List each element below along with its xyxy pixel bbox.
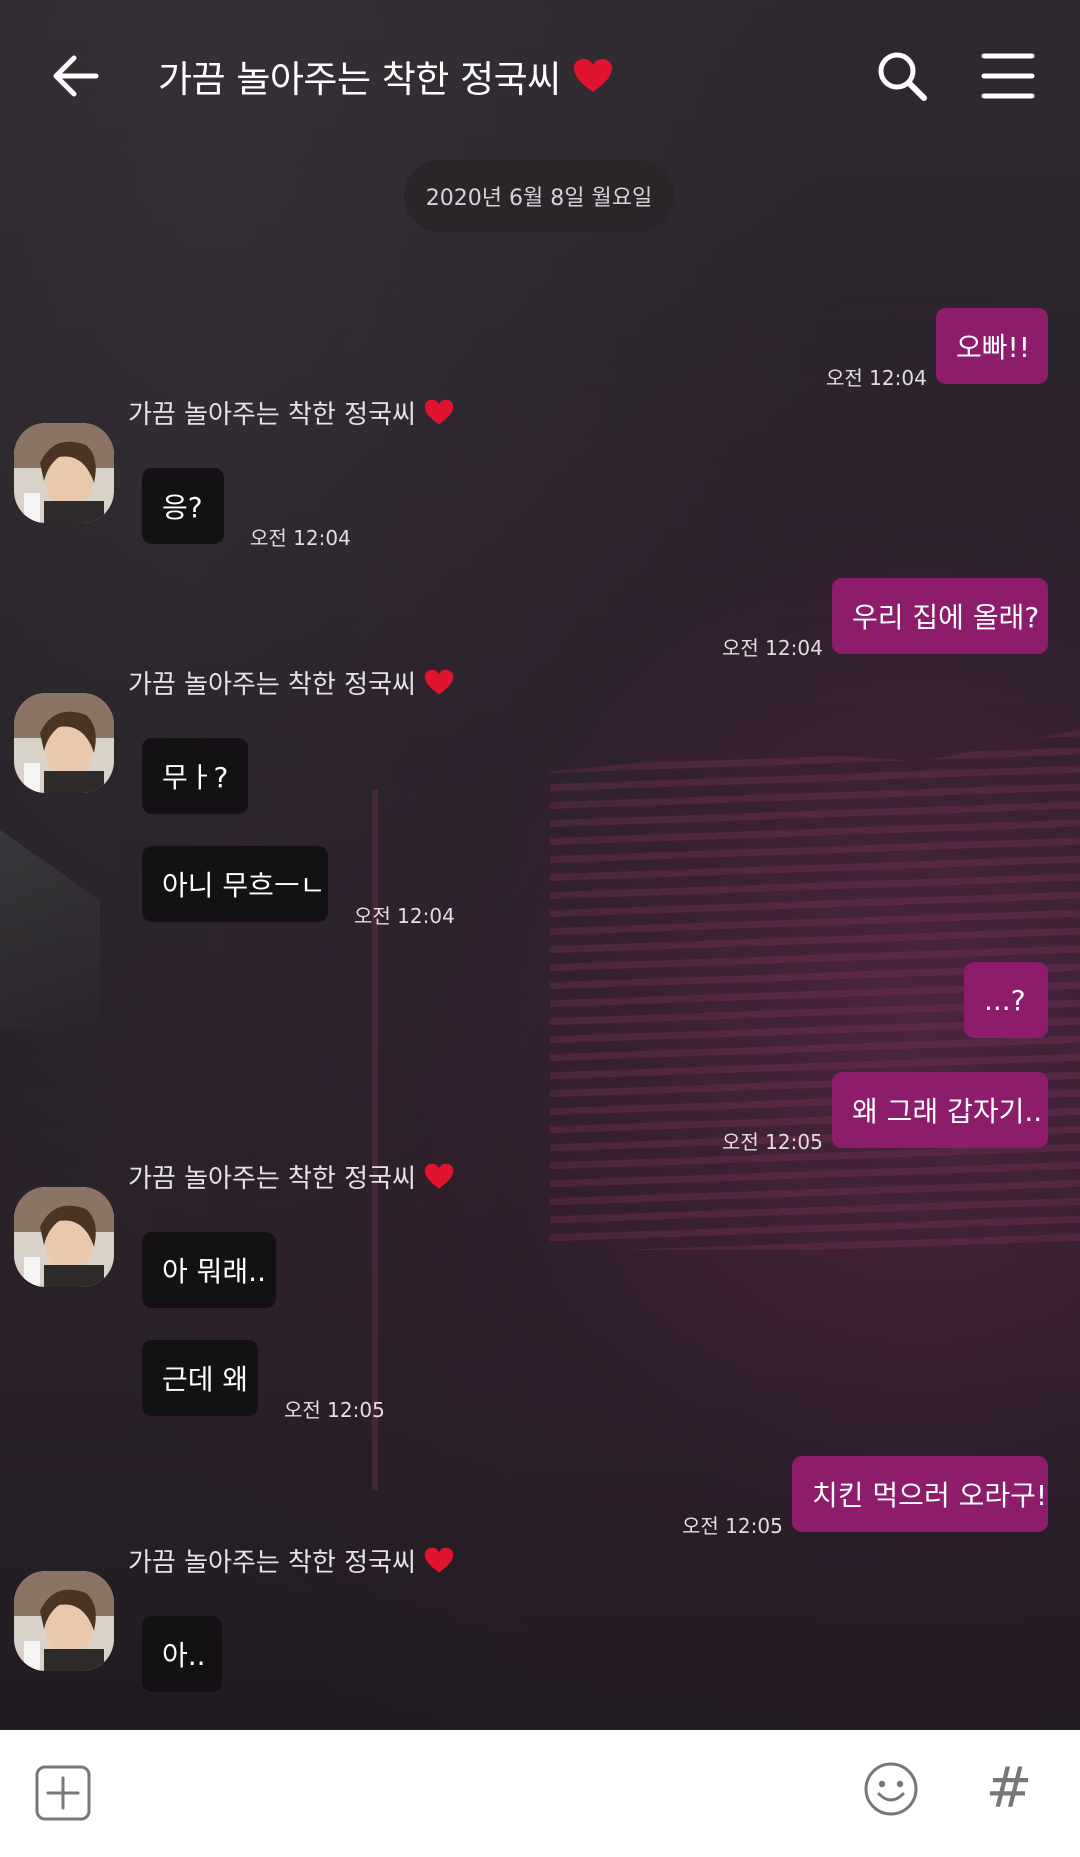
chat-title: 가끔 놀아주는 착한 정국씨 [158, 48, 613, 104]
date-divider: 2020년 6월 8일 월요일 [404, 160, 674, 232]
heart-icon [573, 59, 612, 92]
sender-name-text: 가끔 놀아주는 착한 정국씨 [128, 1164, 416, 1194]
contact-avatar[interactable] [14, 1571, 114, 1671]
sender-name-text: 가끔 놀아주는 착한 정국씨 [128, 1548, 416, 1578]
message-bubble[interactable]: 아.. [142, 1616, 222, 1692]
message-bubble[interactable]: 응? [142, 468, 224, 544]
contact-avatar[interactable] [14, 423, 114, 523]
sender-name-text: 가끔 놀아주는 착한 정국씨 [128, 670, 416, 700]
heart-icon [424, 1163, 454, 1189]
chat-title-text: 가끔 놀아주는 착한 정국씨 [158, 58, 561, 101]
message-bubble[interactable]: ...? [964, 962, 1048, 1038]
chat-header: 가끔 놀아주는 착한 정국씨 [0, 0, 1080, 150]
menu-icon[interactable] [980, 48, 1036, 104]
message-time: 오전 12:04 [354, 904, 455, 928]
background-pole [372, 790, 378, 1490]
message-bubble[interactable]: 우리 집에 올래? [832, 578, 1048, 654]
input-bar: # [0, 1730, 1080, 1857]
message-bubble[interactable]: 근데 왜 [142, 1340, 258, 1416]
back-arrow-icon[interactable] [48, 48, 104, 104]
contact-avatar[interactable] [14, 693, 114, 793]
message-bubble[interactable]: 오빠!! [936, 308, 1048, 384]
message-bubble[interactable]: 아 뭐래.. [142, 1232, 276, 1308]
message-bubble[interactable]: 치킨 먹으러 오라구! [792, 1456, 1048, 1532]
sender-name: 가끔 놀아주는 착한 정국씨 [128, 394, 454, 431]
message-bubble[interactable]: 무ㅏ? [142, 738, 248, 814]
heart-icon [424, 399, 454, 425]
contact-avatar[interactable] [14, 1187, 114, 1287]
sender-name-text: 가끔 놀아주는 착한 정국씨 [128, 400, 416, 430]
search-icon[interactable] [874, 48, 930, 104]
message-time: 오전 12:05 [722, 1130, 823, 1154]
message-time: 오전 12:05 [284, 1398, 385, 1422]
sender-name: 가끔 놀아주는 착한 정국씨 [128, 1158, 454, 1195]
chat-screen: 가끔 놀아주는 착한 정국씨 2020년 6월 8일 월요일 오빠!! 오전 12… [0, 0, 1080, 1857]
message-time: 오전 12:05 [682, 1514, 783, 1538]
sender-name: 가끔 놀아주는 착한 정국씨 [128, 1542, 454, 1579]
heart-icon [424, 1547, 454, 1573]
message-time: 오전 12:04 [722, 636, 823, 660]
sender-name: 가끔 놀아주는 착한 정국씨 [128, 664, 454, 701]
message-time: 오전 12:04 [250, 526, 351, 550]
message-bubble[interactable]: 왜 그래 갑자기.. [832, 1072, 1048, 1148]
message-time: 오전 12:04 [826, 366, 927, 390]
plus-square-icon[interactable] [34, 1764, 92, 1822]
message-bubble[interactable]: 아니 무흐ㅡㄴ [142, 846, 328, 922]
emoji-icon[interactable] [862, 1760, 920, 1818]
hashtag-button[interactable]: # [984, 1756, 1034, 1821]
heart-icon [424, 669, 454, 695]
